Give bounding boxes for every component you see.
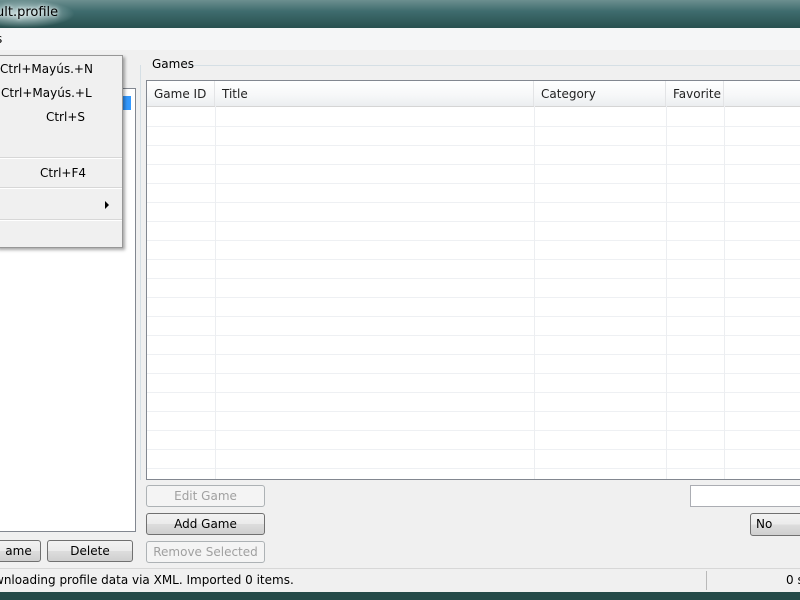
table-row <box>147 183 800 203</box>
table-row <box>147 411 800 431</box>
table-row <box>147 126 800 146</box>
table-row <box>147 449 800 469</box>
table-row <box>147 392 800 412</box>
table-row <box>147 107 800 127</box>
column-header-title[interactable]: Title <box>215 81 534 106</box>
table-row <box>147 221 800 241</box>
menu-item-submenu[interactable] <box>0 195 122 217</box>
table-row <box>147 145 800 165</box>
games-group-border <box>140 65 141 480</box>
submenu-arrow-icon <box>105 201 109 209</box>
file-menu-dropdown: Ctrl+Mayús.+N Ctrl+Mayús.+L Ctrl+S Ctrl+… <box>0 55 123 248</box>
table-row <box>147 316 800 336</box>
menu-bar: s <box>0 28 800 51</box>
menu-item-save[interactable]: Ctrl+S <box>0 106 122 128</box>
table-row <box>147 278 800 298</box>
grid-column-line <box>215 106 216 479</box>
table-row <box>147 373 800 393</box>
edit-game-button[interactable]: Edit Game <box>146 485 265 507</box>
games-grid[interactable]: Game ID Title Category Favorite <box>146 80 800 480</box>
games-group-label: Games <box>152 57 194 71</box>
column-header-extra[interactable] <box>724 81 800 106</box>
table-row <box>147 202 800 222</box>
table-row <box>147 164 800 184</box>
menu-item-load-profile[interactable]: Ctrl+Mayús.+L <box>0 82 122 104</box>
menu-item-exit[interactable] <box>0 224 122 246</box>
table-row <box>147 430 800 450</box>
menu-item-save-as[interactable] <box>0 130 122 152</box>
games-grid-header: Game ID Title Category Favorite <box>147 81 800 107</box>
menu-separator <box>0 219 122 221</box>
menu-item-file[interactable]: s <box>0 32 2 46</box>
search-input[interactable] <box>690 485 800 507</box>
menu-shortcut: Ctrl+F4 <box>40 166 86 180</box>
column-header-game-id[interactable]: Game ID <box>147 81 215 106</box>
menu-item-new-profile[interactable]: Ctrl+Mayús.+N <box>0 58 122 80</box>
menu-item-close[interactable]: Ctrl+F4 <box>0 162 122 184</box>
status-right-text: 0 s <box>786 573 800 587</box>
table-row <box>147 354 800 374</box>
status-message: wnloading profile data via XML. Imported… <box>0 573 294 587</box>
menu-separator <box>0 157 122 159</box>
rename-button[interactable]: ame <box>0 540 41 562</box>
games-group-border-top <box>186 65 800 66</box>
menu-separator <box>0 187 122 189</box>
column-header-category[interactable]: Category <box>534 81 666 106</box>
table-row <box>147 297 800 317</box>
title-bar: ult.profile <box>0 0 800 28</box>
menu-shortcut: Ctrl+S <box>45 110 85 124</box>
status-separator <box>706 571 707 590</box>
favorite-filter-combo[interactable]: No <box>750 513 800 536</box>
table-row <box>147 240 800 260</box>
grid-column-line <box>666 106 667 479</box>
table-row <box>147 335 800 355</box>
taskbar-edge <box>0 592 800 600</box>
status-bar: wnloading profile data via XML. Imported… <box>0 568 800 593</box>
menu-shortcut: Ctrl+Mayús.+L <box>1 86 92 100</box>
grid-column-line <box>724 106 725 479</box>
add-game-button[interactable]: Add Game <box>146 513 265 535</box>
grid-column-line <box>534 106 535 479</box>
remove-selected-button[interactable]: Remove Selected <box>146 541 265 563</box>
table-row <box>147 259 800 279</box>
menu-shortcut: Ctrl+Mayús.+N <box>0 62 93 76</box>
window-title: ult.profile <box>0 5 59 20</box>
delete-button[interactable]: Delete <box>47 540 133 562</box>
column-header-favorite[interactable]: Favorite <box>666 81 724 106</box>
